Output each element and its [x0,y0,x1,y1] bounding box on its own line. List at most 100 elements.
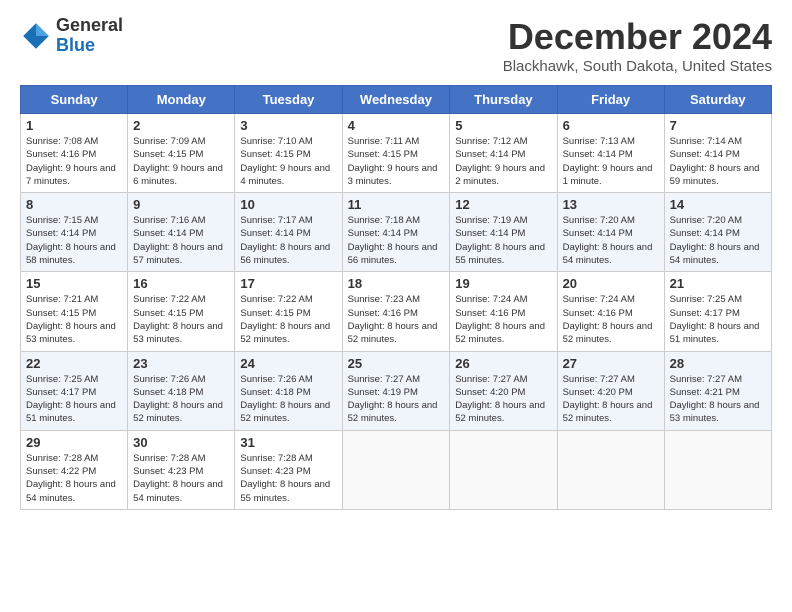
day-info: Sunrise: 7:12 AMSunset: 4:14 PMDaylight:… [455,135,551,188]
calendar-cell: 22 Sunrise: 7:25 AMSunset: 4:17 PMDayligh… [21,351,128,430]
calendar-cell: 31 Sunrise: 7:28 AMSunset: 4:23 PMDayligh… [235,430,342,509]
page-header: General Blue December 2024 Blackhawk, So… [20,16,772,75]
day-number: 16 [133,276,229,291]
day-header-tuesday: Tuesday [235,86,342,114]
day-info: Sunrise: 7:16 AMSunset: 4:14 PMDaylight:… [133,214,229,267]
day-number: 17 [240,276,336,291]
calendar-cell: 25 Sunrise: 7:27 AMSunset: 4:19 PMDayligh… [342,351,450,430]
logo: General Blue [20,16,123,56]
calendar-cell: 11 Sunrise: 7:18 AMSunset: 4:14 PMDayligh… [342,193,450,272]
day-number: 3 [240,118,336,133]
day-number: 11 [348,197,445,212]
day-info: Sunrise: 7:19 AMSunset: 4:14 PMDaylight:… [455,214,551,267]
calendar-cell: 18 Sunrise: 7:23 AMSunset: 4:16 PMDayligh… [342,272,450,351]
day-number: 13 [563,197,659,212]
title-block: December 2024 Blackhawk, South Dakota, U… [503,16,772,75]
calendar-cell: 30Sunrise: 7:28 AMSunset: 4:23 PMDayligh… [128,430,235,509]
calendar-cell: 26 Sunrise: 7:27 AMSunset: 4:20 PMDayligh… [450,351,557,430]
day-info: Sunrise: 7:11 AMSunset: 4:15 PMDaylight:… [348,135,445,188]
calendar-cell: 24 Sunrise: 7:26 AMSunset: 4:18 PMDayligh… [235,351,342,430]
day-info: Sunrise: 7:22 AMSunset: 4:15 PMDaylight:… [240,293,336,346]
day-header-friday: Friday [557,86,664,114]
day-number: 28 [670,356,766,371]
day-number: 8 [26,197,122,212]
calendar-cell: 16 Sunrise: 7:22 AMSunset: 4:15 PMDayligh… [128,272,235,351]
day-header-wednesday: Wednesday [342,86,450,114]
logo-icon [20,20,52,52]
calendar-cell: 23 Sunrise: 7:26 AMSunset: 4:18 PMDayligh… [128,351,235,430]
day-number: 1 [26,118,122,133]
day-number: 4 [348,118,445,133]
calendar-cell: 29 Sunrise: 7:28 AMSunset: 4:22 PMDayligh… [21,430,128,509]
logo-text: General Blue [56,16,123,56]
calendar-cell: 20Sunrise: 7:24 AMSunset: 4:16 PMDayligh… [557,272,664,351]
day-number: 29 [26,435,122,450]
calendar-cell: 12 Sunrise: 7:19 AMSunset: 4:14 PMDayligh… [450,193,557,272]
calendar-cell: 1 Sunrise: 7:08 AMSunset: 4:16 PMDaylight… [21,114,128,193]
day-number: 31 [240,435,336,450]
calendar-cell [557,430,664,509]
calendar-cell: 9Sunrise: 7:16 AMSunset: 4:14 PMDaylight… [128,193,235,272]
calendar-cell: 8Sunrise: 7:15 AMSunset: 4:14 PMDaylight… [21,193,128,272]
day-number: 26 [455,356,551,371]
calendar-cell: 27Sunrise: 7:27 AMSunset: 4:20 PMDayligh… [557,351,664,430]
day-number: 5 [455,118,551,133]
calendar-cell [342,430,450,509]
day-number: 6 [563,118,659,133]
day-number: 24 [240,356,336,371]
day-info: Sunrise: 7:13 AMSunset: 4:14 PMDaylight:… [563,135,659,188]
calendar-table: SundayMondayTuesdayWednesdayThursdayFrid… [20,85,772,510]
day-info: Sunrise: 7:26 AMSunset: 4:18 PMDaylight:… [240,373,336,426]
day-info: Sunrise: 7:27 AMSunset: 4:20 PMDaylight:… [455,373,551,426]
day-number: 2 [133,118,229,133]
day-info: Sunrise: 7:08 AMSunset: 4:16 PMDaylight:… [26,135,122,188]
day-info: Sunrise: 7:28 AMSunset: 4:23 PMDaylight:… [240,452,336,505]
day-info: Sunrise: 7:28 AMSunset: 4:23 PMDaylight:… [133,452,229,505]
calendar-cell: 10 Sunrise: 7:17 AMSunset: 4:14 PMDayligh… [235,193,342,272]
day-number: 19 [455,276,551,291]
calendar-cell: 21 Sunrise: 7:25 AMSunset: 4:17 PMDayligh… [664,272,771,351]
calendar-header-row: SundayMondayTuesdayWednesdayThursdayFrid… [21,86,772,114]
day-info: Sunrise: 7:18 AMSunset: 4:14 PMDaylight:… [348,214,445,267]
calendar-week-5: 29 Sunrise: 7:28 AMSunset: 4:22 PMDayligh… [21,430,772,509]
calendar-week-2: 8Sunrise: 7:15 AMSunset: 4:14 PMDaylight… [21,193,772,272]
day-number: 14 [670,197,766,212]
day-header-sunday: Sunday [21,86,128,114]
day-info: Sunrise: 7:10 AMSunset: 4:15 PMDaylight:… [240,135,336,188]
month-title: December 2024 [503,16,772,58]
day-number: 23 [133,356,229,371]
calendar-cell: 4 Sunrise: 7:11 AMSunset: 4:15 PMDaylight… [342,114,450,193]
day-number: 12 [455,197,551,212]
day-info: Sunrise: 7:27 AMSunset: 4:19 PMDaylight:… [348,373,445,426]
day-info: Sunrise: 7:28 AMSunset: 4:22 PMDaylight:… [26,452,122,505]
day-info: Sunrise: 7:20 AMSunset: 4:14 PMDaylight:… [670,214,766,267]
calendar-week-3: 15Sunrise: 7:21 AMSunset: 4:15 PMDayligh… [21,272,772,351]
calendar-cell: 19 Sunrise: 7:24 AMSunset: 4:16 PMDayligh… [450,272,557,351]
day-info: Sunrise: 7:25 AMSunset: 4:17 PMDaylight:… [670,293,766,346]
day-info: Sunrise: 7:17 AMSunset: 4:14 PMDaylight:… [240,214,336,267]
calendar-cell: 28Sunrise: 7:27 AMSunset: 4:21 PMDayligh… [664,351,771,430]
day-number: 20 [563,276,659,291]
day-info: Sunrise: 7:22 AMSunset: 4:15 PMDaylight:… [133,293,229,346]
day-info: Sunrise: 7:23 AMSunset: 4:16 PMDaylight:… [348,293,445,346]
day-info: Sunrise: 7:24 AMSunset: 4:16 PMDaylight:… [455,293,551,346]
calendar-cell [664,430,771,509]
day-number: 15 [26,276,122,291]
calendar-cell: 6 Sunrise: 7:13 AMSunset: 4:14 PMDaylight… [557,114,664,193]
calendar-cell [450,430,557,509]
day-number: 22 [26,356,122,371]
calendar-week-4: 22 Sunrise: 7:25 AMSunset: 4:17 PMDayligh… [21,351,772,430]
day-info: Sunrise: 7:09 AMSunset: 4:15 PMDaylight:… [133,135,229,188]
day-info: Sunrise: 7:14 AMSunset: 4:14 PMDaylight:… [670,135,766,188]
day-number: 18 [348,276,445,291]
day-number: 25 [348,356,445,371]
day-info: Sunrise: 7:26 AMSunset: 4:18 PMDaylight:… [133,373,229,426]
day-info: Sunrise: 7:20 AMSunset: 4:14 PMDaylight:… [563,214,659,267]
day-number: 10 [240,197,336,212]
day-header-saturday: Saturday [664,86,771,114]
day-header-monday: Monday [128,86,235,114]
day-header-thursday: Thursday [450,86,557,114]
day-info: Sunrise: 7:25 AMSunset: 4:17 PMDaylight:… [26,373,122,426]
calendar-cell: 7Sunrise: 7:14 AMSunset: 4:14 PMDaylight… [664,114,771,193]
day-number: 21 [670,276,766,291]
